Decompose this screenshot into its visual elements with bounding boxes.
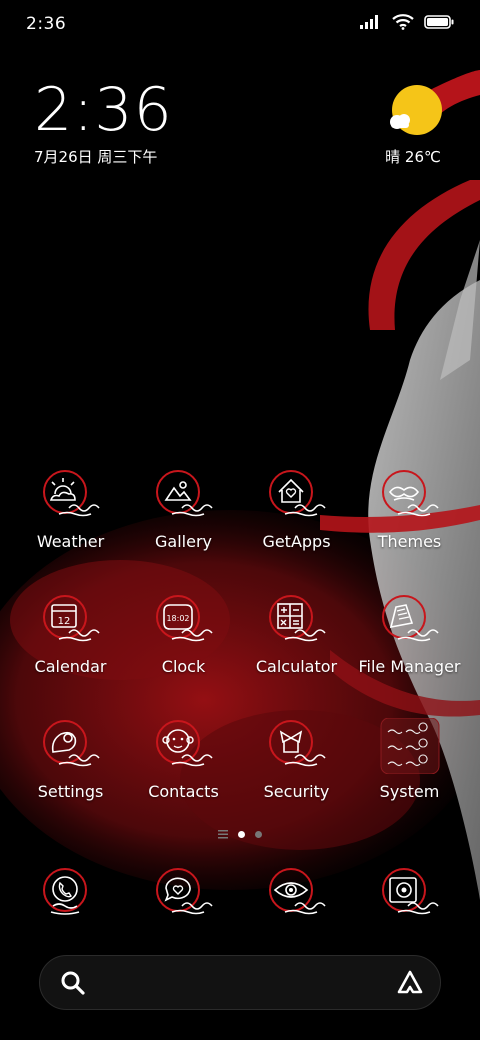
app-themes[interactable]: Themes bbox=[353, 468, 466, 593]
app-getapps[interactable]: GetApps bbox=[240, 468, 353, 593]
app-system-folder[interactable]: System bbox=[353, 718, 466, 843]
clock-date: 7月26日 周三下午 bbox=[34, 148, 158, 166]
app-grid: Weather Gallery GetApps Themes 12 Calend… bbox=[14, 468, 466, 843]
page-dot-active[interactable] bbox=[238, 831, 245, 838]
signal-icon bbox=[360, 15, 378, 29]
menu-lines-icon bbox=[218, 830, 228, 839]
page-dot[interactable] bbox=[255, 831, 262, 838]
system-folder-icon bbox=[380, 718, 439, 774]
status-time: 2:36 bbox=[26, 14, 67, 34]
app-calculator[interactable]: Calculator bbox=[240, 593, 353, 718]
browser-icon bbox=[268, 868, 326, 915]
app-contacts[interactable]: Contacts bbox=[127, 718, 240, 843]
app-row: Weather Gallery GetApps Themes bbox=[14, 468, 466, 593]
app-settings[interactable]: Settings bbox=[14, 718, 127, 843]
weather-icon bbox=[42, 470, 100, 517]
file-manager-icon bbox=[381, 595, 439, 642]
app-label: Gallery bbox=[155, 532, 212, 551]
app-label: File Manager bbox=[358, 657, 461, 676]
weather-widget[interactable]: 晴 26℃ bbox=[382, 84, 444, 167]
settings-icon bbox=[42, 720, 100, 767]
app-label: Settings bbox=[37, 782, 104, 801]
messages-icon bbox=[155, 868, 213, 915]
calendar-day: 12 bbox=[57, 616, 70, 627]
app-label: System bbox=[379, 782, 440, 801]
dock-phone[interactable] bbox=[14, 866, 127, 922]
gallery-icon bbox=[155, 470, 213, 517]
app-label: Calendar bbox=[34, 657, 107, 676]
calculator-icon bbox=[268, 595, 326, 642]
search-icon[interactable] bbox=[60, 970, 86, 996]
app-weather[interactable]: Weather bbox=[14, 468, 127, 593]
themes-icon bbox=[381, 470, 439, 517]
app-clock[interactable]: 18:02 Clock bbox=[127, 593, 240, 718]
security-icon bbox=[268, 720, 326, 767]
app-label: Clock bbox=[161, 657, 206, 676]
wifi-icon bbox=[392, 14, 414, 30]
app-label: Security bbox=[263, 782, 330, 801]
battery-icon bbox=[424, 15, 454, 29]
camera-icon bbox=[381, 868, 439, 915]
status-icons bbox=[360, 14, 454, 30]
app-label: Contacts bbox=[148, 782, 219, 801]
app-label: Weather bbox=[36, 532, 105, 551]
app-label: Calculator bbox=[255, 657, 338, 676]
calendar-icon: 12 bbox=[42, 595, 100, 642]
clock-time: 2:36 bbox=[34, 75, 173, 145]
weather-text: 晴 26℃ bbox=[385, 148, 441, 166]
page-indicator[interactable] bbox=[0, 830, 480, 839]
contacts-icon bbox=[155, 720, 213, 767]
app-label: GetApps bbox=[262, 532, 331, 551]
assistant-icon[interactable] bbox=[396, 969, 424, 997]
app-security[interactable]: Security bbox=[240, 718, 353, 843]
dock-messages[interactable] bbox=[127, 866, 240, 922]
dock-browser[interactable] bbox=[240, 866, 353, 922]
clock-widget[interactable]: 2:36 7月26日 周三下午 bbox=[34, 78, 173, 167]
clock-glyph: 18:02 bbox=[166, 614, 189, 623]
getapps-icon bbox=[268, 470, 326, 517]
search-bar[interactable] bbox=[39, 955, 441, 1010]
status-bar: 2:36 bbox=[0, 0, 480, 50]
dock-camera[interactable] bbox=[353, 866, 466, 922]
app-label: Themes bbox=[377, 532, 442, 551]
app-calendar[interactable]: 12 Calendar bbox=[14, 593, 127, 718]
app-row: Settings Contacts Security System bbox=[14, 718, 466, 843]
app-row: 12 Calendar 18:02 Clock Calculator File … bbox=[14, 593, 466, 718]
home-screen: 2:36 2:36 7月26日 周三下午 晴 26℃ Weather Galle… bbox=[0, 0, 480, 1040]
app-file-manager[interactable]: File Manager bbox=[353, 593, 466, 718]
clock-icon: 18:02 bbox=[155, 595, 213, 642]
dock bbox=[14, 866, 466, 922]
phone-icon bbox=[42, 868, 87, 915]
sun-cloud-icon bbox=[390, 85, 442, 135]
app-gallery[interactable]: Gallery bbox=[127, 468, 240, 593]
